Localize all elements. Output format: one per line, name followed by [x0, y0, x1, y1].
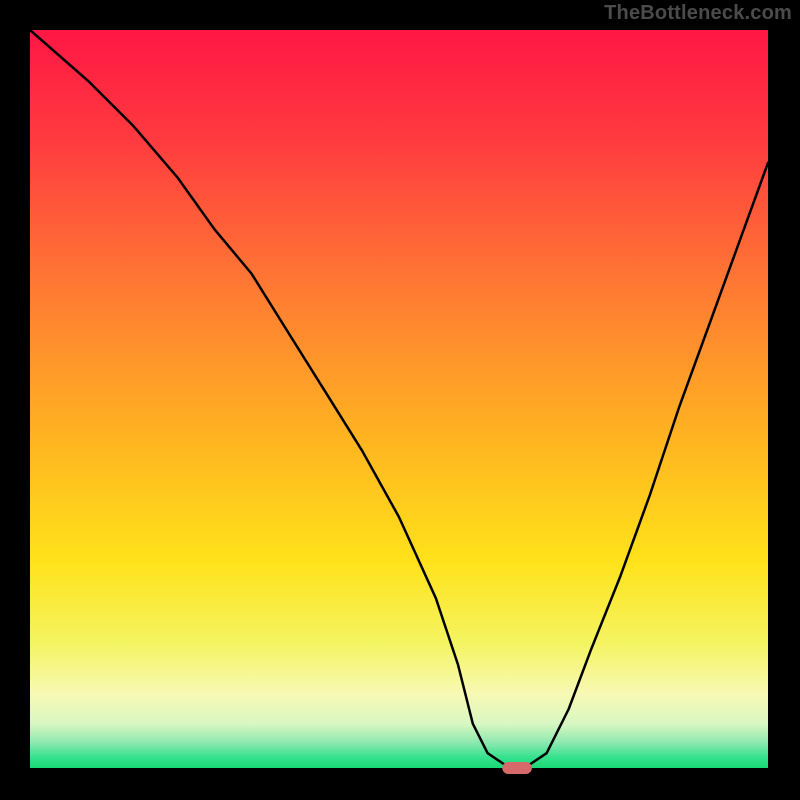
chart-svg: [0, 0, 800, 800]
chart-container: TheBottleneck.com: [0, 0, 800, 800]
attribution-text: TheBottleneck.com: [604, 2, 792, 25]
plot-background: [30, 30, 768, 768]
optimum-marker: [502, 762, 532, 774]
